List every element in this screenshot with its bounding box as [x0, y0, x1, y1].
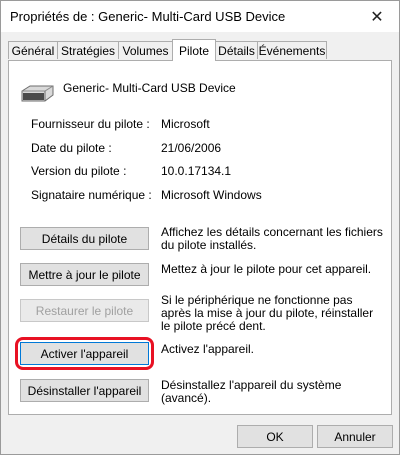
rollback-driver-description: Si le périphérique ne fonctionne pas apr… — [161, 293, 374, 333]
title-bar: Propriétés de : Generic- Multi-Card USB … — [1, 1, 399, 32]
driver-provider-value: Microsoft — [161, 117, 210, 131]
tab-strip: Général Stratégies Volumes Pilote Détail… — [8, 39, 392, 61]
driver-date-value: 21/06/2006 — [161, 141, 222, 155]
tab-volumes[interactable]: Volumes — [118, 41, 173, 59]
close-button[interactable]: ✕ — [355, 1, 399, 32]
driver-version-label: Version du pilote : — [31, 164, 127, 178]
tab-general[interactable]: Général — [8, 41, 58, 59]
driver-provider-label: Fournisseur du pilote : — [31, 117, 150, 131]
tab-events[interactable]: Événements — [257, 41, 327, 59]
digital-signer-label: Signataire numérique : — [31, 188, 152, 202]
properties-dialog: Propriétés de : Generic- Multi-Card USB … — [0, 0, 400, 455]
cancel-button[interactable]: Annuler — [317, 425, 393, 448]
close-icon: ✕ — [370, 8, 384, 26]
tab-details[interactable]: Détails — [215, 41, 258, 59]
uninstall-device-button[interactable]: Désinstaller l'appareil — [20, 379, 149, 402]
driver-details-button[interactable]: Détails du pilote — [20, 227, 149, 250]
driver-details-description: Affichez les détails concernant les fich… — [161, 225, 383, 252]
enable-device-description: Activez l'appareil. — [161, 342, 254, 356]
uninstall-device-description: Désinstallez l'appareil du système (avan… — [161, 378, 342, 405]
driver-version-value: 10.0.17134.1 — [161, 164, 232, 178]
ok-button[interactable]: OK — [237, 425, 313, 448]
driver-panel: Generic- Multi-Card USB Device Fournisse… — [8, 60, 392, 415]
window-title: Propriétés de : Generic- Multi-Card USB … — [10, 9, 286, 24]
rollback-driver-button[interactable]: Restaurer le pilote — [20, 299, 149, 322]
device-name: Generic- Multi-Card USB Device — [63, 81, 236, 95]
digital-signer-value: Microsoft Windows — [161, 188, 262, 202]
update-driver-description: Mettez à jour le pilote pour cet apparei… — [161, 262, 372, 276]
tab-strategies[interactable]: Stratégies — [57, 41, 119, 59]
driver-date-label: Date du pilote : — [31, 141, 112, 155]
enable-device-button[interactable]: Activer l'appareil — [20, 342, 149, 365]
tab-pilote[interactable]: Pilote — [172, 39, 216, 61]
usb-drive-icon — [21, 85, 54, 102]
update-driver-button[interactable]: Mettre à jour le pilote — [20, 263, 149, 286]
